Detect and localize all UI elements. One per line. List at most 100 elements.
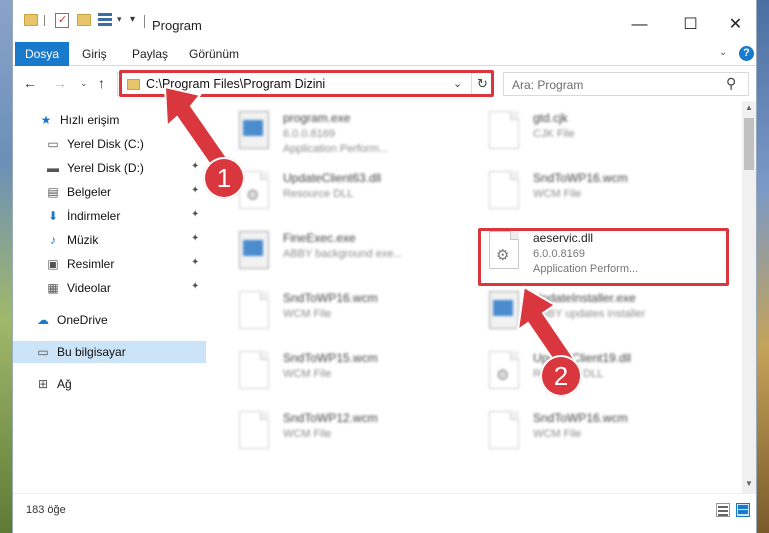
- large-icons-view-icon[interactable]: [736, 503, 750, 517]
- sidebar-item-label: Belgeler: [67, 185, 112, 199]
- sidebar-item-label: Resimler: [67, 257, 115, 271]
- drive-icon: ▭: [47, 137, 59, 151]
- expand-ribbon-icon[interactable]: ⌄: [719, 47, 727, 58]
- tab-home[interactable]: Giriş: [70, 42, 119, 66]
- maximize-button[interactable]: ☐: [668, 10, 713, 40]
- pictures-icon: ▣: [47, 257, 59, 271]
- file-item[interactable]: ⚙ UpdateClient63.dll Resource DLL: [209, 166, 449, 222]
- file-icon: [239, 411, 269, 449]
- desktop-background-left: [0, 0, 12, 533]
- navigation-pane: ★ Hızlı erişim ▭ Yerel Disk (C:) ✦ ▬ Yerel Dis…: [13, 101, 208, 493]
- sidebar-item-i-ndirmeler[interactable]: ⬇ İndirmeler ✦: [13, 205, 206, 227]
- pin-icon: ✦: [191, 233, 200, 244]
- navigation-bar: ← → ⌄ ↑ C:\Program Files\Program Dizini …: [13, 67, 756, 101]
- file-name: SndToWP15.wcm: [283, 351, 378, 365]
- file-name: UpdateInstaller.exe: [533, 291, 636, 305]
- sidebar-item-yerel-disk-c-[interactable]: ▭ Yerel Disk (C:) ✦: [13, 133, 206, 155]
- pin-icon: ✦: [191, 281, 200, 292]
- sidebar-item-resimler[interactable]: ▣ Resimler ✦: [13, 253, 206, 275]
- file-detail: WCM File: [533, 428, 582, 440]
- back-button[interactable]: ←: [23, 75, 37, 91]
- file-item[interactable]: FineExec.exe ABBY background exe...: [209, 226, 449, 282]
- new-folder-icon[interactable]: [77, 14, 91, 26]
- sidebar-item-label: İndirmeler: [67, 209, 121, 223]
- vertical-scrollbar[interactable]: ▲ ▼: [742, 101, 756, 493]
- file-icon: [239, 351, 269, 389]
- file-type: Application Perform...: [283, 143, 389, 155]
- file-icon: [489, 111, 519, 149]
- chevron-down-icon[interactable]: ▾: [117, 14, 122, 25]
- tab-share[interactable]: Paylaş: [120, 42, 180, 66]
- scroll-thumb[interactable]: [744, 118, 754, 170]
- music-icon: ♪: [50, 233, 56, 247]
- customize-toolbar-icon[interactable]: ▾: [130, 14, 135, 25]
- sidebar-item-ağ[interactable]: ⊞ Ağ: [13, 373, 206, 395]
- sidebar-item-label: Müzik: [67, 233, 99, 247]
- file-item[interactable]: SndToWP16.wcm WCM File: [459, 406, 699, 462]
- sidebar-item-hızlı-erişim[interactable]: ★ Hızlı erişim: [13, 109, 206, 131]
- file-list: program.exe 6.0.0.8169 Application Perform…: [209, 101, 742, 493]
- ribbon-tabs: Dosya Giriş Paylaş Görünüm ⌄ ?: [13, 42, 756, 66]
- view-options-icon[interactable]: [98, 13, 112, 27]
- scroll-down-icon[interactable]: ▼: [745, 479, 753, 488]
- sidebar-item-belgeler[interactable]: ▤ Belgeler ✦: [13, 181, 206, 203]
- cloud-icon: ☁: [37, 313, 49, 327]
- scroll-up-icon[interactable]: ▲: [745, 103, 753, 112]
- sidebar-item-yerel-disk-d-[interactable]: ▬ Yerel Disk (D:) ✦: [13, 157, 206, 179]
- pin-icon: ✦: [191, 257, 200, 268]
- file-item[interactable]: SndToWP16.wcm WCM File: [459, 166, 699, 222]
- tab-file[interactable]: Dosya: [15, 42, 69, 66]
- help-icon[interactable]: ?: [739, 46, 754, 61]
- file-item[interactable]: SndToWP12.wcm WCM File: [209, 406, 449, 462]
- file-item[interactable]: SndToWP15.wcm WCM File: [209, 346, 449, 402]
- exe-file-icon: [489, 291, 519, 329]
- close-button[interactable]: ✕: [713, 10, 758, 40]
- sidebar-item-label: Yerel Disk (D:): [67, 161, 144, 175]
- up-button[interactable]: ↑: [98, 75, 105, 91]
- step-2-badge: 2: [540, 355, 582, 397]
- file-name: SndToWP16.wcm: [283, 291, 378, 305]
- recent-locations-button[interactable]: ⌄: [80, 78, 88, 89]
- sidebar-item-label: Bu bilgisayar: [57, 345, 126, 359]
- minimize-button[interactable]: —: [617, 10, 662, 40]
- status-bar: 183 öğe: [13, 493, 756, 533]
- file-detail: ABBY updates installer: [533, 308, 646, 320]
- folder-icon[interactable]: [24, 14, 38, 26]
- file-item[interactable]: SndToWP16.wcm WCM File: [209, 286, 449, 342]
- sidebar-item-label: OneDrive: [57, 313, 108, 327]
- sidebar-item-müzik[interactable]: ♪ Müzik ✦: [13, 229, 206, 251]
- tab-view[interactable]: Görünüm: [177, 42, 251, 66]
- file-item[interactable]: gtd.cjk CJK File: [459, 106, 699, 162]
- sidebar-item-bu-bilgisayar[interactable]: ▭ Bu bilgisayar: [13, 341, 206, 363]
- search-input[interactable]: Ara: Program ⚲: [503, 72, 749, 96]
- search-icon[interactable]: ⚲: [726, 75, 736, 92]
- file-name: gtd.cjk: [533, 111, 568, 125]
- exe-file-icon: [239, 111, 269, 149]
- file-name: SndToWP16.wcm: [533, 171, 628, 185]
- item-count: 183 öğe: [26, 504, 66, 516]
- sidebar-item-onedrive[interactable]: ☁ OneDrive: [13, 309, 206, 331]
- sidebar-item-label: Hızlı erişim: [60, 113, 120, 127]
- dll-file-icon: ⚙: [489, 351, 519, 389]
- details-view-icon[interactable]: [716, 503, 730, 517]
- sidebar-item-videolar[interactable]: ▦ Videolar ✦: [13, 277, 206, 299]
- sidebar-item-label: Videolar: [67, 281, 111, 295]
- toolbar-divider: [44, 15, 45, 26]
- properties-icon[interactable]: [55, 13, 69, 28]
- window-title: Program: [152, 18, 202, 33]
- pin-icon: ✦: [191, 137, 200, 148]
- pin-icon: ✦: [191, 185, 200, 196]
- file-detail: 6.0.0.8169: [283, 128, 335, 140]
- download-icon: ⬇: [47, 209, 59, 223]
- file-detail: WCM File: [533, 188, 582, 200]
- pin-icon: ✦: [191, 209, 200, 220]
- explorer-window: ▾ ▾ Program — ☐ ✕ Dosya Giriş Paylaş Gör…: [12, 0, 757, 533]
- file-item[interactable]: UpdateInstaller.exe ABBY updates installe…: [459, 286, 699, 342]
- file-detail: CJK File: [533, 128, 575, 140]
- file-detail: ABBY background exe...: [283, 248, 403, 260]
- file-item[interactable]: program.exe 6.0.0.8169 Application Perform…: [209, 106, 449, 162]
- forward-button[interactable]: →: [53, 75, 67, 91]
- network-icon: ⊞: [37, 377, 49, 391]
- file-name: SndToWP12.wcm: [283, 411, 378, 425]
- step-1-badge: 1: [203, 157, 245, 199]
